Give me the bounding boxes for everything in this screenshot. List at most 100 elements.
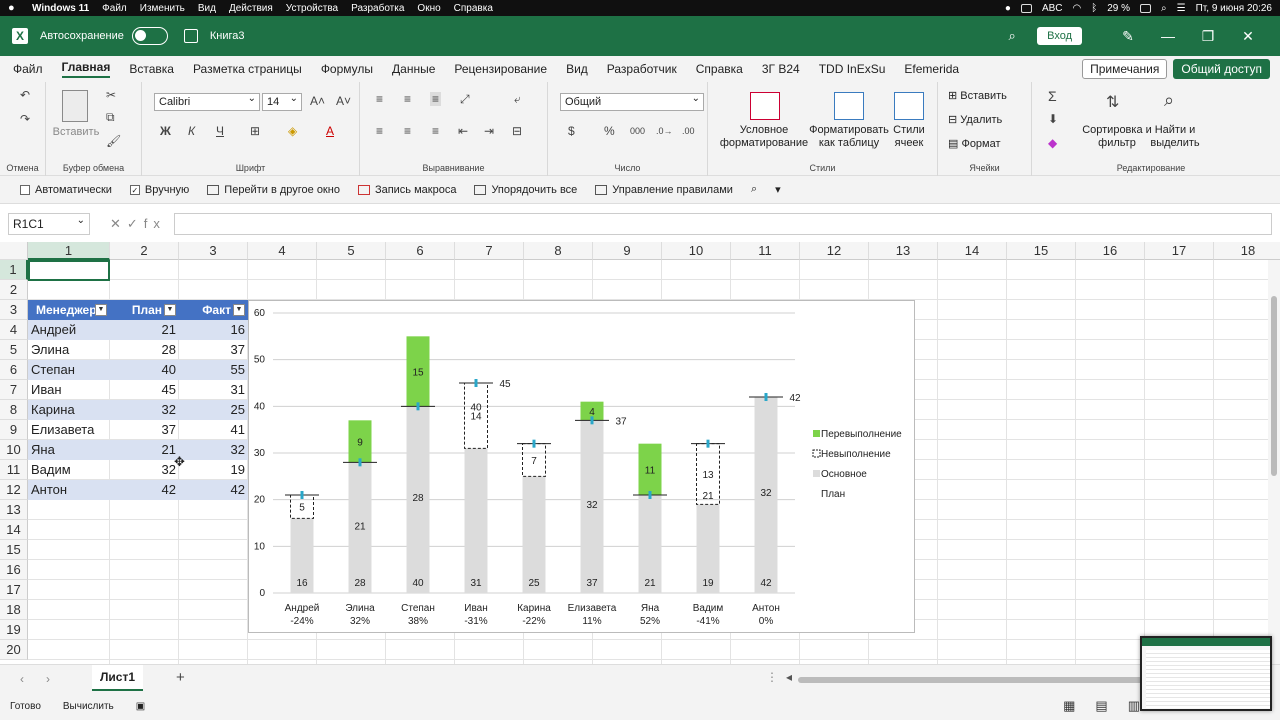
plan-cell[interactable]: 40: [110, 360, 179, 380]
menu-window[interactable]: Окно: [417, 3, 440, 14]
accessibility-icon[interactable]: ▣: [136, 701, 145, 712]
share-button[interactable]: Общий доступ: [1173, 59, 1270, 79]
undo-icon[interactable]: ↶: [20, 88, 30, 102]
more-options-icon[interactable]: ⋮: [766, 670, 778, 684]
fact-cell[interactable]: 31: [179, 380, 248, 400]
column-header[interactable]: 15: [1007, 242, 1076, 260]
row-header[interactable]: 15: [0, 540, 28, 560]
borders-icon[interactable]: ⊞: [250, 124, 260, 138]
next-sheet-icon[interactable]: ›: [46, 672, 50, 686]
number-format-select[interactable]: Общий: [560, 93, 704, 111]
fact-cell[interactable]: 37: [179, 340, 248, 360]
tab-developer[interactable]: Разработчик: [607, 62, 677, 76]
tab-home[interactable]: Главная: [61, 60, 111, 78]
increase-indent-icon[interactable]: ⇥: [484, 124, 494, 138]
column-header[interactable]: 6: [386, 242, 455, 260]
currency-icon[interactable]: $: [568, 124, 575, 138]
column-header[interactable]: 14: [938, 242, 1007, 260]
calc-manual-option[interactable]: ✓ Вручную: [129, 184, 189, 196]
record-macro-button[interactable]: Запись макроса: [357, 184, 456, 196]
row-header[interactable]: 17: [0, 580, 28, 600]
plan-cell[interactable]: 45: [110, 380, 179, 400]
tab-efemerida[interactable]: Efemerida: [904, 62, 959, 76]
align-left-icon[interactable]: ≡: [376, 124, 383, 138]
conditional-format-icon[interactable]: [750, 92, 780, 120]
calc-auto-option[interactable]: Автоматически: [20, 184, 112, 196]
tab-view[interactable]: Вид: [566, 62, 588, 76]
manager-cell[interactable]: Вадим: [28, 460, 110, 480]
search-icon[interactable]: ⌕: [997, 28, 1027, 44]
wifi-icon[interactable]: ◠: [1073, 3, 1082, 14]
align-right-icon[interactable]: ≡: [432, 124, 439, 138]
increase-font-icon[interactable]: A˄: [310, 94, 325, 108]
column-header[interactable]: 12: [800, 242, 869, 260]
minimize-button[interactable]: —: [1148, 28, 1188, 44]
vertical-scroll-thumb[interactable]: [1271, 296, 1277, 476]
align-bottom-icon[interactable]: ≡: [430, 92, 442, 106]
filter-dropdown-icon[interactable]: ▼: [95, 304, 107, 316]
row-header[interactable]: 2: [0, 280, 28, 300]
fill-icon[interactable]: ⬇: [1048, 112, 1058, 126]
align-middle-icon[interactable]: ≡: [404, 92, 411, 106]
row-header[interactable]: 12: [0, 480, 28, 500]
arrange-all-button[interactable]: Упорядочить все: [474, 184, 577, 196]
tab-3g-b24[interactable]: 3Г B24: [762, 62, 800, 76]
fill-color-icon[interactable]: ◈: [288, 124, 297, 138]
manager-cell[interactable]: Елизавета: [28, 420, 110, 440]
fact-cell[interactable]: 25: [179, 400, 248, 420]
insert-cells-button[interactable]: ⊞ Вставить: [948, 90, 1028, 103]
clock[interactable]: Пт, 9 июня 20:26: [1196, 3, 1272, 14]
row-header[interactable]: 10: [0, 440, 28, 460]
menu-develop[interactable]: Разработка: [351, 3, 404, 14]
filter-dropdown-icon[interactable]: ▼: [164, 304, 176, 316]
sheet-tab[interactable]: Лист1: [92, 665, 144, 691]
customize-toolbar-icon[interactable]: ▾: [775, 183, 781, 196]
tab-page-layout[interactable]: Разметка страницы: [193, 62, 302, 76]
notes-button[interactable]: Примечания: [1082, 59, 1168, 79]
find-select-button[interactable]: Найти и выделить: [1148, 124, 1202, 150]
paste-icon[interactable]: [62, 90, 88, 122]
row-header[interactable]: 4: [0, 320, 28, 340]
column-header[interactable]: 10: [662, 242, 731, 260]
format-painter-icon[interactable]: 🖌: [106, 134, 121, 148]
cut-icon[interactable]: ✂: [106, 88, 116, 102]
plan-cell[interactable]: 21: [110, 320, 179, 340]
restore-button[interactable]: ❐: [1188, 28, 1228, 45]
tab-review[interactable]: Рецензирование: [454, 62, 547, 76]
format-as-table-icon[interactable]: [834, 92, 864, 120]
row-header[interactable]: 1: [0, 260, 28, 280]
fact-cell[interactable]: 42: [179, 480, 248, 500]
format-as-table-button[interactable]: Форматировать как таблицу: [808, 124, 890, 150]
add-sheet-icon[interactable]: +: [176, 669, 185, 686]
plan-cell[interactable]: 21: [110, 440, 179, 460]
sort-filter-icon[interactable]: ⇅: [1106, 92, 1119, 112]
column-header[interactable]: 2: [110, 242, 179, 260]
redo-icon[interactable]: ↷: [20, 112, 30, 126]
record-icon[interactable]: ●: [1005, 3, 1011, 14]
screen-preview-thumbnail[interactable]: [1140, 636, 1272, 711]
fact-cell[interactable]: 16: [179, 320, 248, 340]
row-header[interactable]: 16: [0, 560, 28, 580]
autosum-icon[interactable]: Σ: [1048, 88, 1057, 104]
decrease-decimal-icon[interactable]: .00: [682, 126, 695, 136]
row-header[interactable]: 14: [0, 520, 28, 540]
filter-dropdown-icon[interactable]: ▼: [233, 304, 245, 316]
tab-help[interactable]: Справка: [696, 62, 743, 76]
tab-file[interactable]: Файл: [13, 62, 43, 76]
cell-styles-button[interactable]: Стили ячеек: [888, 124, 930, 150]
row-header[interactable]: 6: [0, 360, 28, 380]
find-select-icon[interactable]: ⌕: [1164, 90, 1174, 111]
menu-view[interactable]: Вид: [198, 3, 216, 14]
plan-cell[interactable]: 28: [110, 340, 179, 360]
prev-sheet-icon[interactable]: ‹: [20, 672, 24, 686]
manager-cell[interactable]: Яна: [28, 440, 110, 460]
row-header[interactable]: 13: [0, 500, 28, 520]
manager-cell[interactable]: Иван: [28, 380, 110, 400]
format-cells-button[interactable]: ▤ Формат: [948, 138, 1028, 151]
autosave-toggle[interactable]: [131, 27, 168, 45]
row-header[interactable]: 3: [0, 300, 28, 320]
battery-icon[interactable]: [1140, 3, 1152, 13]
column-header[interactable]: 17: [1145, 242, 1214, 260]
menu-actions[interactable]: Действия: [229, 3, 273, 14]
switch-window-button[interactable]: Перейти в другое окно: [207, 184, 340, 196]
